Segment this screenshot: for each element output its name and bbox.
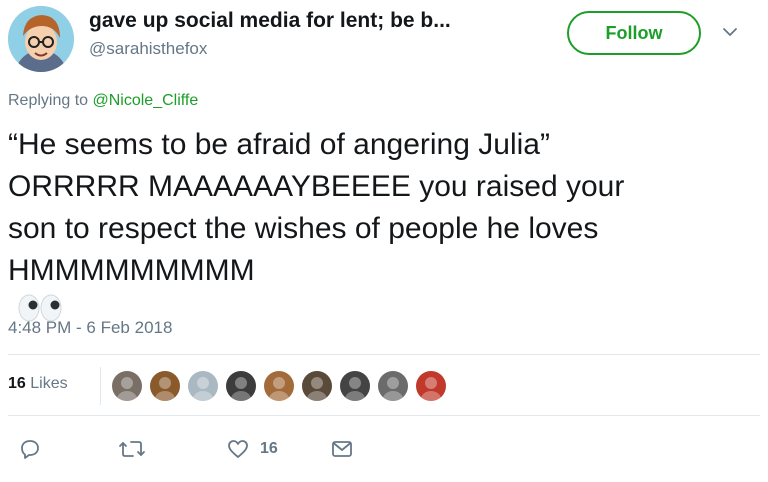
- liker-avatar-7[interactable]: [340, 371, 370, 401]
- liker-avatar-6[interactable]: [302, 371, 332, 401]
- tweet-text-line: “He seems to be afraid of angering Julia…: [8, 128, 550, 161]
- replying-to-line: Replying to @Nicole_Cliffe: [8, 92, 198, 110]
- retweet-button[interactable]: [118, 436, 146, 462]
- author-display-name[interactable]: gave up social media for lent; be b...: [89, 9, 451, 33]
- like-button[interactable]: 16: [226, 436, 278, 462]
- author-handle[interactable]: @sarahisthefox: [89, 39, 207, 59]
- replying-to-prefix: Replying to: [8, 92, 89, 109]
- replying-to-link[interactable]: @Nicole_Cliffe: [93, 92, 199, 109]
- tweet-text-line: ORRRRR MAAAAAAYBEEEE you raised your: [8, 170, 625, 203]
- liker-avatar-9[interactable]: [416, 371, 446, 401]
- likes-word: Likes: [30, 375, 68, 392]
- reply-button[interactable]: [18, 436, 42, 462]
- reply-icon: [18, 437, 42, 461]
- author-avatar[interactable]: [8, 6, 74, 72]
- heart-icon: [226, 437, 250, 461]
- chevron-down-icon[interactable]: [718, 20, 742, 44]
- like-count: 16: [260, 440, 278, 457]
- liker-avatar-4[interactable]: [226, 371, 256, 401]
- envelope-icon: [330, 437, 354, 461]
- likes-separator: [100, 367, 101, 405]
- retweet-icon: [118, 437, 146, 461]
- follow-button[interactable]: Follow: [567, 11, 701, 55]
- liker-avatar-1[interactable]: [112, 371, 142, 401]
- liker-avatar-5[interactable]: [264, 371, 294, 401]
- divider: [8, 354, 760, 355]
- likes-count[interactable]: 16 Likes: [8, 375, 68, 393]
- divider: [8, 415, 760, 416]
- liker-avatar-8[interactable]: [378, 371, 408, 401]
- likes-number: 16: [8, 375, 26, 392]
- direct-message-button[interactable]: [330, 436, 354, 462]
- tweet-text-line: HMMMMMMMMM: [8, 254, 255, 287]
- liker-avatar-2[interactable]: [150, 371, 180, 401]
- tweet-text-line: son to respect the wishes of people he l…: [8, 212, 599, 245]
- tweet-timestamp[interactable]: 4:48 PM - 6 Feb 2018: [8, 318, 172, 338]
- liker-avatar-3[interactable]: [188, 371, 218, 401]
- tweet-text: “He seems to be afraid of angering Julia…: [8, 124, 760, 334]
